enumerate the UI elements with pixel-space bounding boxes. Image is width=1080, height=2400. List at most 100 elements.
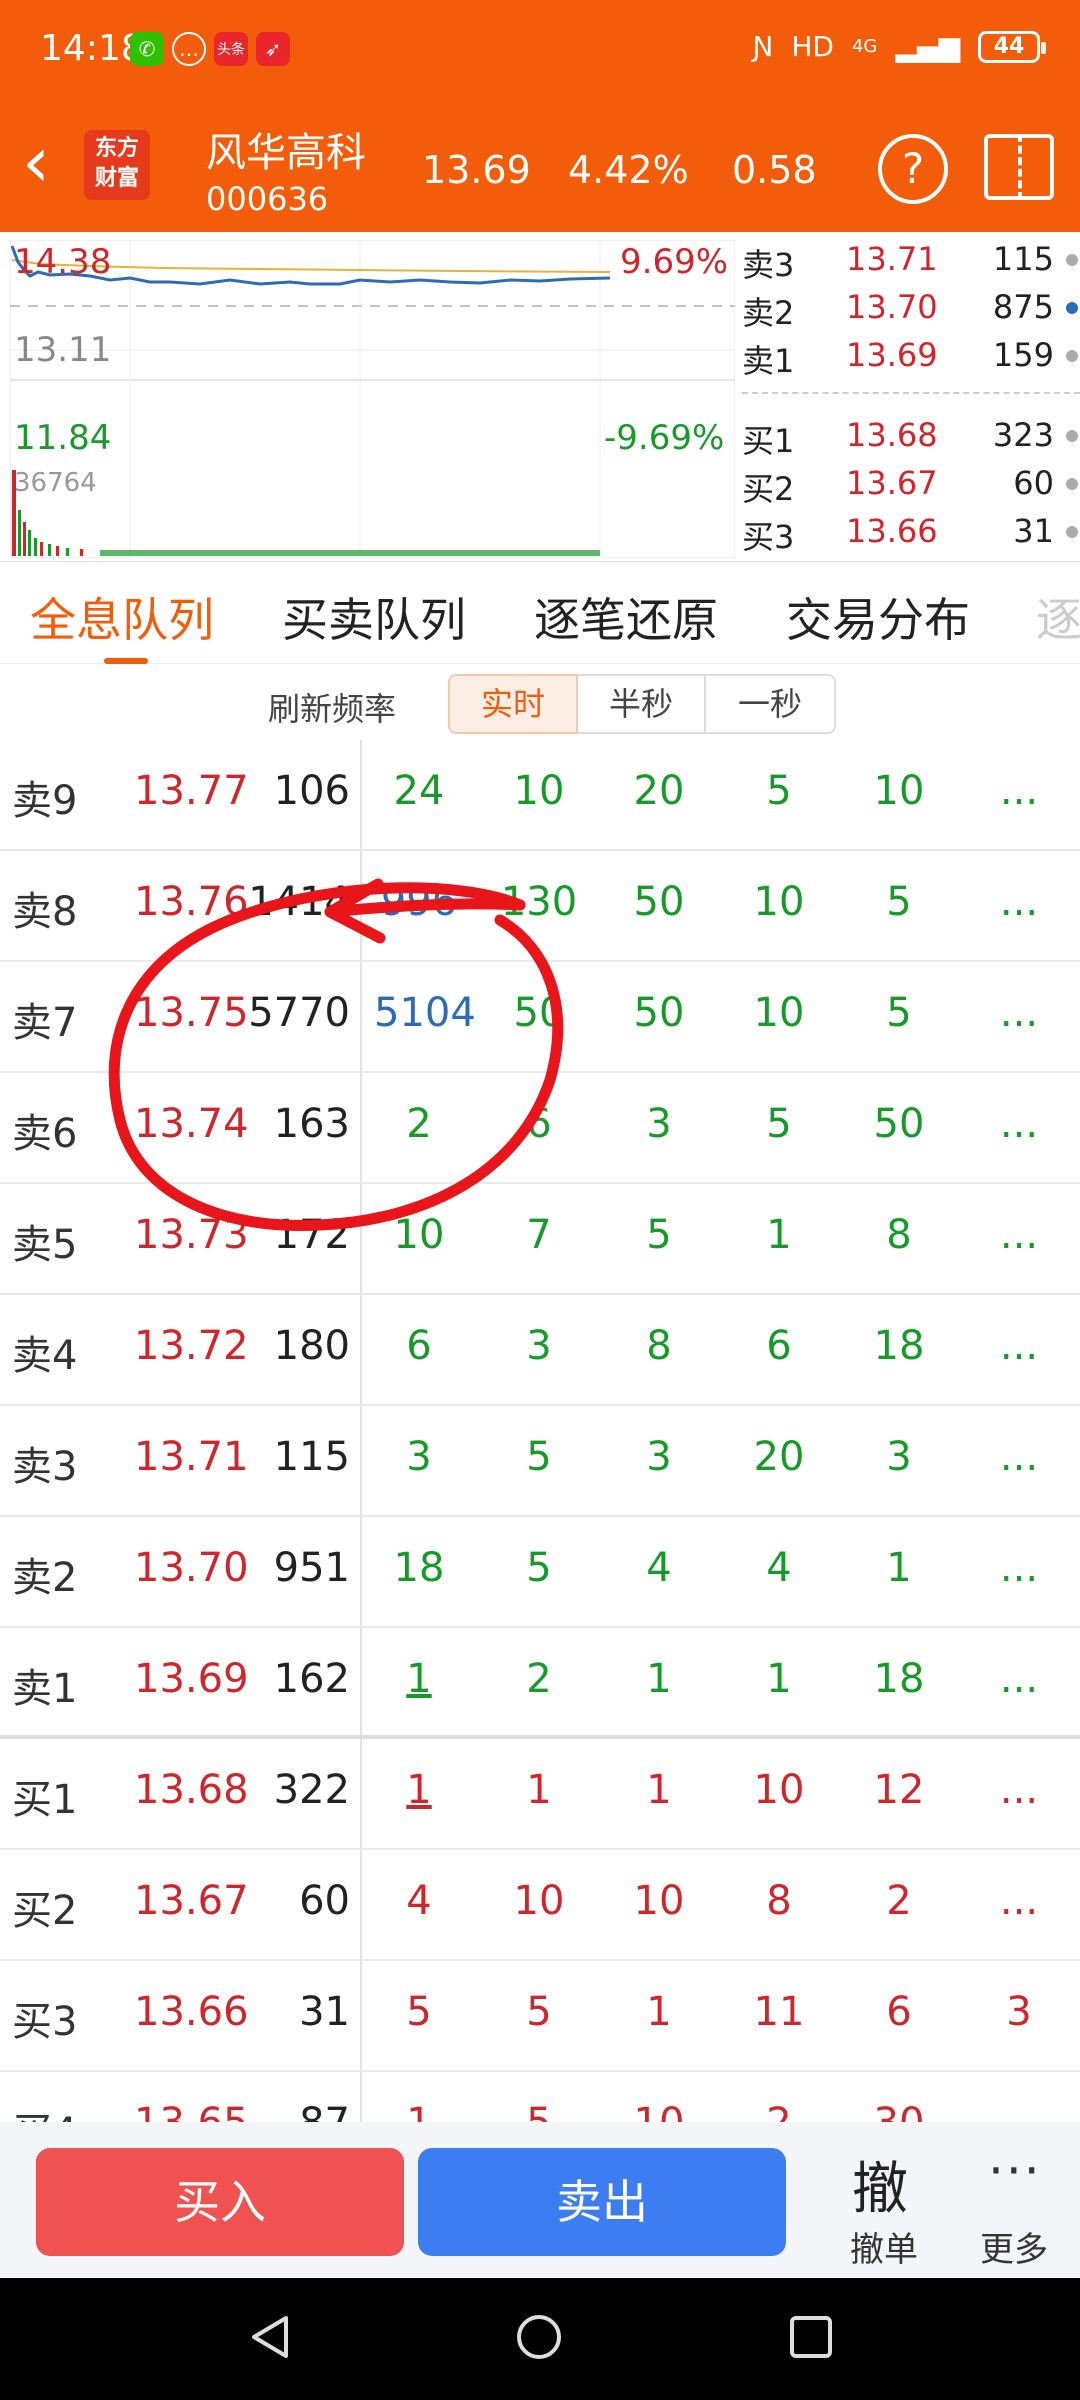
nav-home-icon[interactable] bbox=[514, 2312, 564, 2362]
dot-icon bbox=[1066, 478, 1078, 490]
nav-back-icon[interactable] bbox=[246, 2312, 296, 2362]
mini-price: 13.69 bbox=[846, 336, 938, 374]
table-row[interactable]: 卖8 13.76 1414 996 130 50 10 5... bbox=[0, 851, 1080, 962]
queue-order: 5 bbox=[886, 990, 912, 1036]
app-logo: 东方 财富 bbox=[84, 130, 150, 200]
queue-order: 18 bbox=[393, 1545, 445, 1591]
tab-trade-distribution[interactable]: 交易分布 bbox=[786, 584, 970, 650]
network-label: HD bbox=[791, 30, 834, 63]
level-price: 13.65 bbox=[134, 2100, 249, 2122]
queue-order: 4 bbox=[646, 1545, 672, 1591]
queue-order: 10 bbox=[614, 2100, 704, 2122]
intraday-chart[interactable] bbox=[10, 240, 735, 558]
level-price: 13.70 bbox=[134, 1545, 249, 1591]
table-row[interactable]: 卖3 13.71 115 3 5 3 20 3... bbox=[0, 1406, 1080, 1517]
tab-tick-restore[interactable]: 逐笔还原 bbox=[534, 584, 718, 650]
level-volume: 162 bbox=[273, 1656, 350, 1702]
level-volume: 180 bbox=[273, 1323, 350, 1369]
queue-more: ... bbox=[999, 990, 1039, 1036]
mini-sell-row: 卖3 13.71 115 bbox=[742, 236, 1080, 284]
more-icon[interactable]: ··· bbox=[988, 2142, 1042, 2200]
logo-line-1: 东方 bbox=[94, 136, 139, 161]
level-price: 13.72 bbox=[134, 1323, 249, 1369]
table-row[interactable]: 买3 13.66 31 5 5 1 11 6 3 bbox=[0, 1961, 1080, 2072]
header-price: 13.69 bbox=[422, 148, 531, 192]
queue-order: 2 bbox=[886, 1878, 912, 1924]
mini-vol: 115 bbox=[992, 240, 1054, 278]
level-label: 卖1 bbox=[12, 1666, 78, 1712]
mini-price: 13.70 bbox=[846, 288, 938, 326]
mini-vol: 875 bbox=[992, 288, 1054, 326]
chart-max-volume: 36764 bbox=[14, 468, 97, 498]
status-time: 14:18 bbox=[40, 28, 144, 69]
queue-order: 24 bbox=[393, 768, 445, 814]
tab-bid-ask-queue[interactable]: 买卖队列 bbox=[282, 584, 466, 650]
mini-label: 卖3 bbox=[742, 246, 795, 284]
nav-recent-icon[interactable] bbox=[786, 2312, 836, 2362]
table-row[interactable]: 卖7 13.75 5770 5104 50 50 10 5... bbox=[0, 962, 1080, 1073]
cancel-order-button[interactable]: 撤单 bbox=[850, 2222, 918, 2271]
cancel-order-icon[interactable]: 撤 bbox=[852, 2144, 908, 2225]
queue-order: 4 bbox=[406, 1878, 432, 1924]
queue-order: 18 bbox=[873, 1323, 925, 1369]
table-row[interactable]: 卖2 13.70 951 18 5 4 4 1... bbox=[0, 1517, 1080, 1628]
order-queue-table[interactable]: 卖9 13.77 106 24 10 20 5 10... 卖8 13.76 1414 996 130 5… bbox=[0, 740, 1080, 2122]
table-row[interactable]: 卖4 13.72 180 6 3 8 6 18... bbox=[0, 1295, 1080, 1406]
level-volume: 60 bbox=[299, 1878, 350, 1924]
table-row[interactable]: 买2 13.67 60 4 10 10 8 2... bbox=[0, 1850, 1080, 1961]
mini-order-book[interactable]: 卖3 13.71 115 卖2 13.70 875 卖1 13.69 159 买… bbox=[742, 232, 1080, 562]
table-row[interactable]: 卖1 13.69 162 1 2 1 1 18... bbox=[0, 1628, 1080, 1739]
chart-upper-price: 14.38 bbox=[14, 242, 112, 282]
chart-lower-price: 11.84 bbox=[14, 418, 112, 458]
refresh-option-half-second[interactable]: 半秒 bbox=[578, 674, 706, 734]
queue-order: 10 bbox=[633, 1878, 685, 1924]
level-label: 买3 bbox=[12, 1999, 78, 2045]
queue-order: 20 bbox=[633, 768, 685, 814]
battery-icon: 44 bbox=[978, 30, 1046, 63]
queue-order: 11 bbox=[753, 1989, 805, 2035]
queue-order: 3 bbox=[646, 1101, 672, 1147]
layout-toggle-icon[interactable] bbox=[984, 134, 1054, 200]
queue-order: 50 bbox=[873, 1101, 925, 1147]
table-row[interactable]: 卖5 13.73 172 10 7 5 1 8... bbox=[0, 1184, 1080, 1295]
toutiao-icon: 头条 bbox=[214, 32, 248, 66]
queue-order: 6 bbox=[766, 1323, 792, 1369]
tab-more[interactable]: 逐 bbox=[1036, 584, 1080, 650]
queue-order: 30 bbox=[854, 2100, 944, 2122]
queue-order: 5 bbox=[494, 2100, 584, 2122]
queue-order: 10 bbox=[513, 1878, 565, 1924]
back-button[interactable]: ‹ bbox=[22, 127, 82, 202]
mini-sell-row: 卖1 13.69 159 bbox=[742, 332, 1080, 380]
table-row[interactable]: 卖6 13.74 163 2 6 3 5 50... bbox=[0, 1073, 1080, 1184]
volume-bar bbox=[48, 544, 51, 556]
queue-more: ... bbox=[999, 1767, 1039, 1813]
queue-order: 1 bbox=[646, 1656, 672, 1702]
more-button[interactable]: 更多 bbox=[980, 2222, 1048, 2271]
refresh-option-realtime[interactable]: 实时 bbox=[448, 674, 578, 734]
mini-label: 卖1 bbox=[742, 342, 795, 380]
level-price: 13.75 bbox=[134, 990, 249, 1036]
table-row[interactable]: 卖9 13.77 106 24 10 20 5 10... bbox=[0, 740, 1080, 851]
level-price: 13.69 bbox=[134, 1656, 249, 1702]
queue-order: 10 bbox=[753, 990, 805, 1036]
sell-button[interactable]: 卖出 bbox=[418, 2148, 786, 2256]
level-volume: 951 bbox=[273, 1545, 350, 1591]
queue-order: 1 bbox=[886, 1545, 912, 1591]
tab-full-queue[interactable]: 全息队列 bbox=[30, 584, 214, 650]
help-icon[interactable]: ? bbox=[878, 134, 948, 204]
refresh-option-one-second[interactable]: 一秒 bbox=[706, 674, 836, 734]
queue-order: 5 bbox=[766, 768, 792, 814]
mini-divider bbox=[742, 392, 1080, 394]
queue-more: ... bbox=[999, 1212, 1039, 1258]
queue-more: ... bbox=[999, 1656, 1039, 1702]
level-volume: 1414 bbox=[248, 879, 350, 925]
nfc-icon: Ɲ bbox=[752, 30, 774, 63]
queue-order: 3 bbox=[526, 1323, 552, 1369]
buy-button[interactable]: 买入 bbox=[36, 2148, 404, 2256]
app-header: 14:18 ✆ … 头条 ➶ Ɲ HD 4G ▂▄▆ 44 ‹ 东方 财富 风华… bbox=[0, 0, 1080, 232]
queue-order: 3 bbox=[406, 1434, 432, 1480]
table-row[interactable]: 买4 13.6587 1 5 10 2 30 bbox=[0, 2072, 1080, 2122]
table-row[interactable]: 买1 13.68 322 1 1 1 10 12... bbox=[0, 1739, 1080, 1850]
level-volume: 115 bbox=[273, 1434, 350, 1480]
chart-frame bbox=[10, 240, 735, 558]
